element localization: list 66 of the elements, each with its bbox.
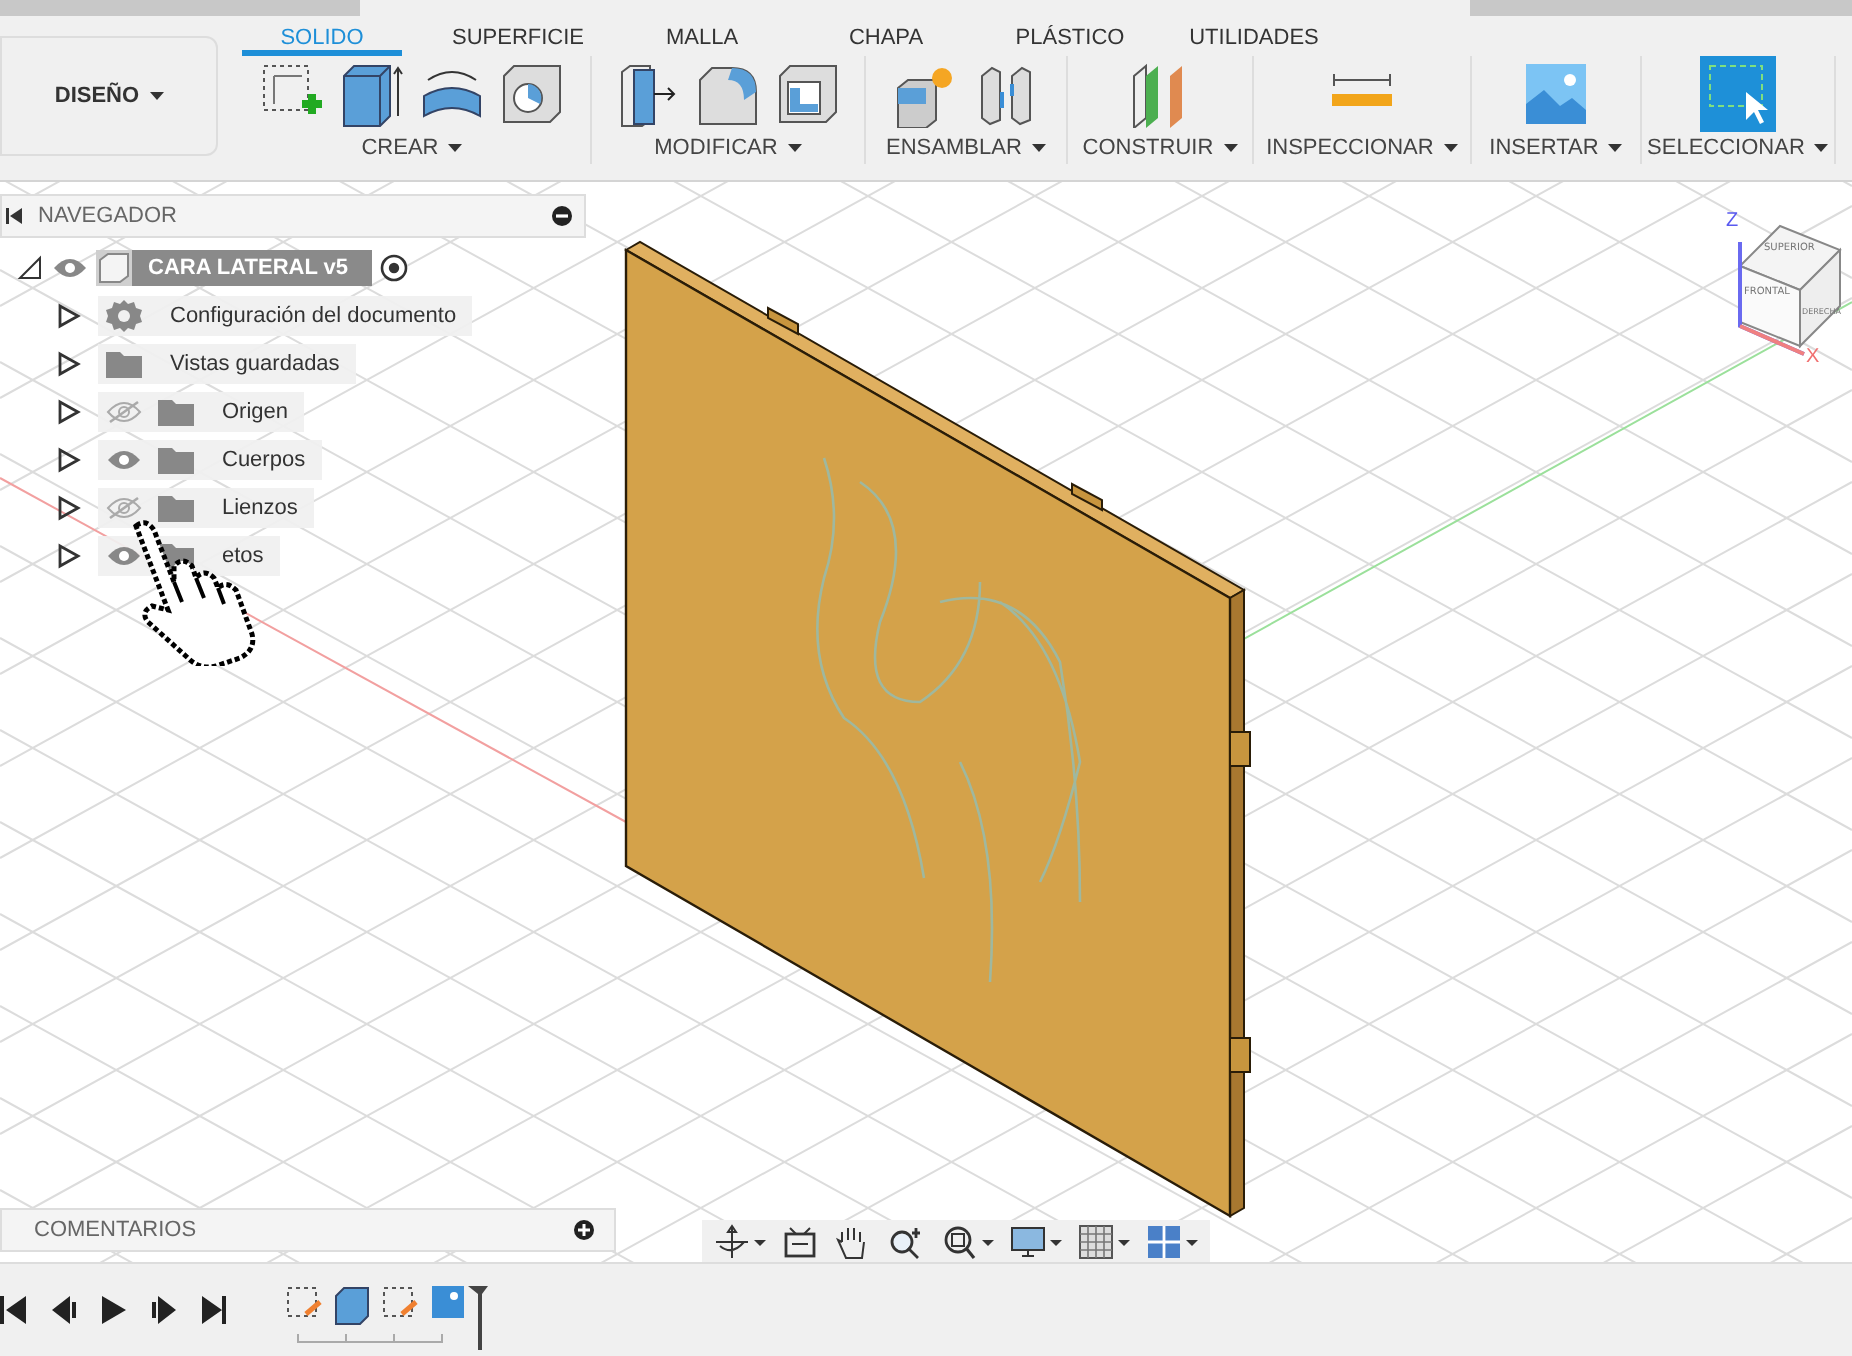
- viewports-icon[interactable]: [1146, 1224, 1198, 1260]
- display-icon[interactable]: [1010, 1224, 1062, 1260]
- browser-node[interactable]: Lienzos: [98, 488, 314, 528]
- tool-group-menu[interactable]: INSERTAR: [1489, 132, 1623, 164]
- fit-zoom-icon[interactable]: [942, 1224, 994, 1260]
- hole-icon[interactable]: [498, 60, 566, 128]
- orbit-icon[interactable]: [714, 1224, 766, 1260]
- zoom-icon[interactable]: [886, 1224, 926, 1260]
- browser-node[interactable]: Cuerpos: [98, 440, 322, 480]
- tool-group-menu[interactable]: MODIFICAR: [654, 132, 802, 164]
- look-at-icon[interactable]: [782, 1224, 818, 1260]
- tool-group-menu[interactable]: INSPECCIONAR: [1266, 132, 1458, 164]
- tool-group-menu[interactable]: CONSTRUIR: [1082, 132, 1238, 164]
- tree-expander-icon[interactable]: [54, 494, 82, 522]
- go-to-end-icon[interactable]: [200, 1294, 228, 1326]
- tool-group-menu[interactable]: ENSAMBLAR: [886, 132, 1046, 164]
- go-to-start-icon[interactable]: [0, 1294, 28, 1326]
- pan-hand-icon[interactable]: [834, 1224, 870, 1260]
- select-icon[interactable]: [1700, 56, 1776, 132]
- caret-icon: [1443, 144, 1458, 153]
- step-forward-icon[interactable]: [150, 1294, 178, 1326]
- play-icon[interactable]: [100, 1294, 128, 1326]
- caret-icon: [1223, 144, 1238, 153]
- eye-icon[interactable]: [106, 448, 142, 472]
- extrude-icon[interactable]: [338, 60, 406, 128]
- ribbon-tab[interactable]: PLÁSTICO: [978, 16, 1162, 56]
- tree-expander-icon[interactable]: [54, 446, 82, 474]
- x-axis-label: X: [1806, 346, 1820, 368]
- tree-expander-icon[interactable]: [54, 350, 82, 378]
- tree-expander-icon[interactable]: [54, 302, 82, 330]
- tree-expander-icon[interactable]: [16, 254, 44, 282]
- caret-icon: [787, 144, 802, 153]
- ribbon-tab[interactable]: UTILIDADES: [1162, 16, 1346, 56]
- minimize-icon[interactable]: [552, 206, 572, 226]
- caret-icon: [448, 144, 463, 153]
- workspace-dropdown[interactable]: DISEÑO: [0, 36, 218, 156]
- insert-image-icon[interactable]: [1522, 60, 1590, 128]
- activate-radio-icon[interactable]: [380, 254, 409, 282]
- browser-title: NAVEGADOR: [38, 204, 179, 228]
- caret-icon: [1608, 144, 1623, 153]
- tool-group-menu[interactable]: SELECCIONAR: [1647, 132, 1829, 164]
- ribbon-tab[interactable]: MALLA: [610, 16, 794, 56]
- ribbon-tab[interactable]: CHAPA: [794, 16, 978, 56]
- folder-icon: [158, 446, 194, 474]
- add-icon[interactable]: [574, 1220, 594, 1240]
- folder-icon: [106, 350, 142, 378]
- browser-node[interactable]: Vistas guardadas: [98, 344, 356, 384]
- browser-node[interactable]: Origen: [98, 392, 305, 432]
- collapse-icon[interactable]: [6, 208, 22, 224]
- tool-group-menu[interactable]: CREAR: [361, 132, 463, 164]
- comments-title: COMENTARIOS: [34, 1218, 197, 1242]
- browser-node[interactable]: Configuración del documento: [98, 296, 473, 336]
- ribbon-tab[interactable]: SUPERFICIE: [426, 16, 610, 56]
- caret-icon: [1031, 144, 1046, 153]
- caret-icon: [1814, 144, 1829, 153]
- tree-expander-icon[interactable]: [54, 398, 82, 426]
- z-axis-label: Z: [1726, 210, 1739, 232]
- shell-icon[interactable]: [774, 60, 842, 128]
- caret-icon: [149, 92, 164, 101]
- eye-icon[interactable]: [106, 544, 142, 568]
- folder-icon: [158, 398, 194, 426]
- component-icon: [96, 250, 132, 286]
- gear-icon: [106, 298, 142, 334]
- grid-icon[interactable]: [1078, 1224, 1130, 1260]
- tree-expander-icon[interactable]: [54, 542, 82, 570]
- step-back-icon[interactable]: [50, 1294, 78, 1326]
